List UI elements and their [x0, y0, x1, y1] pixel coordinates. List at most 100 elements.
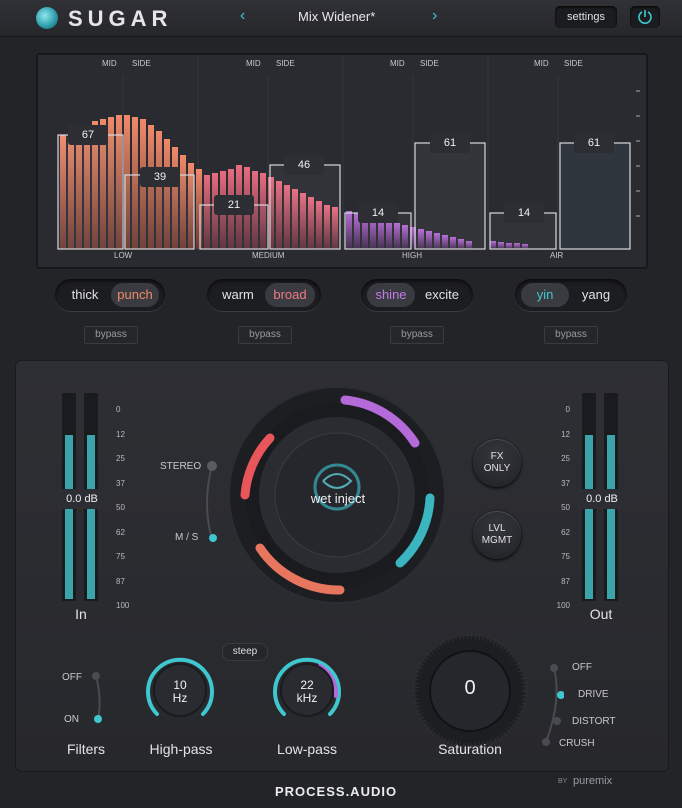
level-management-button[interactable]: LVL MGMT — [473, 511, 521, 559]
low-bypass-button[interactable]: bypass — [84, 326, 138, 344]
input-label: In — [75, 606, 87, 622]
low-side-handle[interactable]: 39 — [140, 167, 180, 187]
saturation-mode-drive[interactable]: DRIVE — [578, 689, 609, 700]
lvl-mgmt-line2: MGMT — [481, 535, 513, 546]
output-label: Out — [589, 606, 613, 622]
input-gain-readout[interactable]: 0.0 dB — [57, 489, 107, 509]
mid-label: MID — [534, 59, 549, 68]
air-character-toggle[interactable]: yin yang — [515, 279, 627, 311]
low-pass-knob[interactable]: 22 kHz — [262, 652, 352, 732]
high-character-toggle[interactable]: shine excite — [361, 279, 473, 311]
side-label: SIDE — [276, 59, 295, 68]
band-name-air: AIR — [550, 251, 564, 260]
analyzer-graphics — [57, 55, 640, 250]
scale-tick: 12 — [561, 429, 570, 439]
punch-option[interactable]: punch — [111, 283, 159, 307]
fx-only-button[interactable]: FX ONLY — [473, 439, 521, 487]
medium-mid-handle[interactable]: 21 — [214, 195, 254, 215]
saturation-label: Saturation — [438, 741, 502, 757]
filters-on-label: ON — [64, 714, 79, 725]
scale-tick: 100 — [556, 601, 570, 610]
medium-side-handle[interactable]: 46 — [284, 155, 324, 175]
app-title: SUGAR — [68, 6, 173, 31]
stereo-label: STEREO — [160, 461, 202, 472]
band-name-high: HIGH — [402, 251, 422, 260]
scale-tick: 25 — [561, 454, 570, 463]
scale-tick: 0 — [565, 405, 570, 414]
filters-switch-track — [92, 672, 102, 723]
process-audio-logo: PROCESS.AUDIO — [275, 784, 398, 799]
stereo-ms-switch[interactable] — [200, 458, 224, 548]
band-name-low: LOW — [114, 251, 133, 260]
scale-tick: 75 — [561, 552, 570, 561]
scale-tick: 50 — [116, 503, 125, 512]
scale-tick: 12 — [116, 429, 125, 439]
air-bypass-button[interactable]: bypass — [544, 326, 598, 344]
chevron-left-icon[interactable]: ‹ — [240, 7, 245, 25]
medium-bypass-button[interactable]: bypass — [238, 326, 292, 344]
scale-tick: 87 — [561, 576, 570, 586]
saturation-mode-switch[interactable] — [538, 660, 565, 750]
sugar-logo-icon — [36, 7, 58, 29]
saturation-mode-distort[interactable]: DISTORT — [572, 716, 616, 727]
output-scale: 0 12 25 37 50 62 75 87 100 — [546, 398, 570, 619]
air-mid-handle[interactable]: 14 — [504, 203, 544, 223]
chevron-right-icon[interactable]: › — [432, 7, 437, 25]
settings-button[interactable]: settings — [555, 6, 617, 28]
puremix-logo: puremix — [573, 775, 613, 787]
side-label: SIDE — [420, 59, 439, 68]
saturation-mode-off[interactable]: OFF — [572, 662, 592, 673]
scale-tick: 25 — [116, 454, 125, 463]
fx-only-line2: ONLY — [483, 463, 511, 474]
mid-label: MID — [246, 59, 261, 68]
low-pass-label: Low-pass — [277, 741, 337, 757]
high-mid-handle[interactable]: 14 — [358, 203, 398, 223]
low-character-toggle[interactable]: thick punch — [55, 279, 165, 311]
lvl-mgmt-line1: LVL — [488, 523, 506, 534]
medium-character-toggle[interactable]: warm broad — [207, 279, 321, 311]
scale-tick: 75 — [116, 552, 125, 561]
power-icon — [638, 10, 652, 24]
ms-label: M / S — [175, 532, 199, 543]
mid-label: MID — [390, 59, 405, 68]
high-bypass-button[interactable]: bypass — [390, 326, 444, 344]
output-gain-readout[interactable]: 0.0 dB — [577, 489, 627, 509]
fx-only-line1: FX — [490, 451, 504, 462]
filters-label: Filters — [66, 741, 106, 757]
yin-option[interactable]: yin — [521, 283, 569, 307]
high-pass-unit: Hz — [172, 691, 188, 705]
scale-tick: 62 — [561, 527, 570, 537]
air-side-handle[interactable]: 61 — [574, 133, 614, 153]
saturation-mode-track — [542, 664, 565, 746]
thick-option[interactable]: thick — [61, 283, 109, 307]
low-mid-handle[interactable]: 67 — [68, 125, 108, 145]
scale-tick: 50 — [561, 503, 570, 512]
saturation-value: 0 — [464, 677, 476, 699]
excite-option[interactable]: excite — [417, 283, 467, 307]
scale-tick: 37 — [561, 478, 570, 488]
warm-option[interactable]: warm — [213, 283, 263, 307]
preset-name[interactable]: Mix Widener* — [298, 9, 375, 24]
band-name-medium: MEDIUM — [252, 251, 285, 260]
filters-switch[interactable] — [88, 670, 108, 726]
power-button[interactable] — [630, 6, 660, 28]
scale-tick: 0 — [116, 405, 121, 414]
band-analyzer: MID SIDE MID SIDE MID SIDE MID SIDE 67 3… — [36, 53, 648, 269]
wet-inject-label: wet inject — [310, 491, 366, 506]
by-label: BY — [558, 778, 568, 785]
filters-off-label: OFF — [62, 672, 82, 683]
scale-tick: 37 — [116, 478, 125, 488]
high-side-handle[interactable]: 61 — [430, 133, 470, 153]
side-label: SIDE — [132, 59, 151, 68]
scale-tick: 87 — [116, 576, 125, 586]
scale-tick: 62 — [116, 527, 125, 537]
high-pass-knob[interactable]: 10 Hz — [135, 652, 225, 732]
high-pass-label: High-pass — [149, 741, 213, 757]
saturation-knob[interactable]: 0 — [400, 625, 540, 749]
saturation-mode-crush[interactable]: CRUSH — [559, 738, 595, 749]
shine-option[interactable]: shine — [367, 283, 415, 307]
broad-option[interactable]: broad — [265, 283, 315, 307]
side-label: SIDE — [564, 59, 583, 68]
scale-tick: 100 — [116, 601, 130, 610]
yang-option[interactable]: yang — [571, 283, 621, 307]
